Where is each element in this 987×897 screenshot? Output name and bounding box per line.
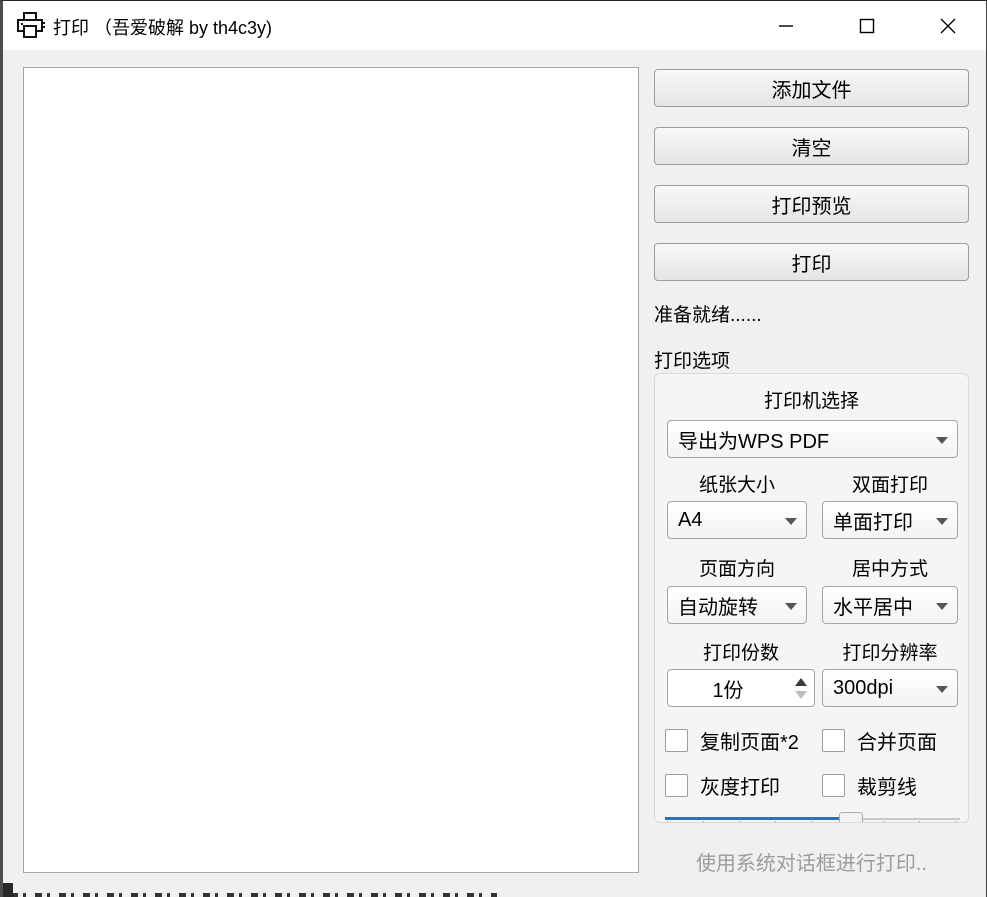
chevron-down-icon bbox=[936, 518, 948, 525]
clear-button[interactable]: 清空 bbox=[654, 127, 969, 165]
minimize-button[interactable] bbox=[763, 7, 809, 45]
slider-ticks bbox=[667, 821, 958, 823]
spin-up-icon[interactable] bbox=[795, 678, 807, 686]
checkbox-label: 裁剪线 bbox=[857, 771, 917, 800]
background-corner bbox=[3, 883, 13, 897]
title-bar: 打印 （吾爱破解 by th4c3y) bbox=[3, 1, 986, 51]
system-dialog-print-link[interactable]: 使用系统对话框进行打印.. bbox=[654, 847, 969, 876]
duplex-select[interactable]: 单面打印 bbox=[822, 501, 958, 539]
copies-label: 打印份数 bbox=[667, 638, 815, 665]
centering-value: 水平居中 bbox=[833, 591, 913, 620]
paper-size-value: A4 bbox=[678, 509, 702, 532]
minimize-icon bbox=[777, 17, 795, 35]
checkbox-row: 灰度打印 裁剪线 bbox=[665, 771, 960, 795]
maximize-button[interactable] bbox=[844, 7, 890, 45]
duplex-label: 双面打印 bbox=[822, 470, 958, 497]
resolution-value: 300dpi bbox=[833, 677, 893, 700]
printer-select-label: 打印机选择 bbox=[655, 386, 968, 413]
paper-size-select[interactable]: A4 bbox=[667, 501, 807, 539]
checkbox-icon[interactable] bbox=[822, 774, 845, 797]
window-title: 打印 （吾爱破解 by th4c3y) bbox=[53, 14, 272, 40]
copies-stepper[interactable]: 1份 bbox=[667, 669, 815, 707]
duplicate-page-checkbox[interactable]: 复制页面*2 bbox=[665, 726, 799, 755]
print-dialog-window: 打印 （吾爱破解 by th4c3y) 添加文件 清空 打印预览 打印 准备就绪… bbox=[0, 0, 987, 897]
print-options-label: 打印选项 bbox=[654, 346, 730, 373]
chevron-down-icon bbox=[936, 603, 948, 610]
file-list[interactable] bbox=[23, 67, 639, 873]
checkbox-icon[interactable] bbox=[822, 729, 845, 752]
print-preview-button[interactable]: 打印预览 bbox=[654, 185, 969, 223]
checkbox-label: 复制页面*2 bbox=[700, 726, 799, 755]
checkbox-label: 灰度打印 bbox=[700, 771, 780, 800]
merge-pages-checkbox[interactable]: 合并页面 bbox=[822, 726, 937, 755]
orientation-select[interactable]: 自动旋转 bbox=[667, 586, 807, 624]
centering-select[interactable]: 水平居中 bbox=[822, 586, 958, 624]
background-clipped-text bbox=[11, 893, 497, 897]
close-button[interactable] bbox=[925, 7, 971, 45]
slider-thumb[interactable] bbox=[839, 812, 863, 823]
add-files-button[interactable]: 添加文件 bbox=[654, 69, 969, 107]
checkbox-icon[interactable] bbox=[665, 774, 688, 797]
spin-down-icon[interactable] bbox=[795, 691, 807, 699]
print-button[interactable]: 打印 bbox=[654, 243, 969, 281]
maximize-icon bbox=[858, 17, 876, 35]
chevron-down-icon bbox=[936, 686, 948, 693]
centering-label: 居中方式 bbox=[822, 554, 958, 581]
printer-select[interactable]: 导出为WPS PDF bbox=[667, 420, 958, 458]
checkbox-label: 合并页面 bbox=[857, 726, 937, 755]
orientation-value: 自动旋转 bbox=[678, 591, 758, 620]
grayscale-checkbox[interactable]: 灰度打印 bbox=[665, 771, 780, 800]
orientation-label: 页面方向 bbox=[667, 554, 807, 581]
printer-icon bbox=[15, 11, 45, 41]
scale-slider[interactable] bbox=[665, 812, 960, 823]
print-options-group: 打印机选择 导出为WPS PDF 纸张大小 双面打印 A4 单面打印 页面方向 … bbox=[654, 373, 969, 823]
duplex-value: 单面打印 bbox=[833, 506, 913, 535]
copies-value: 1份 bbox=[668, 670, 788, 706]
resolution-label: 打印分辨率 bbox=[822, 638, 958, 665]
chevron-down-icon bbox=[785, 603, 797, 610]
checkbox-icon[interactable] bbox=[665, 729, 688, 752]
status-text: 准备就绪...... bbox=[654, 300, 762, 327]
checkbox-row: 复制页面*2 合并页面 bbox=[665, 726, 960, 750]
printer-select-value: 导出为WPS PDF bbox=[678, 425, 829, 454]
paper-size-label: 纸张大小 bbox=[667, 470, 807, 497]
resolution-select[interactable]: 300dpi bbox=[822, 669, 958, 707]
chevron-down-icon bbox=[936, 437, 948, 444]
crop-marks-checkbox[interactable]: 裁剪线 bbox=[822, 771, 917, 800]
chevron-down-icon bbox=[785, 518, 797, 525]
close-icon bbox=[938, 16, 958, 36]
slider-fill bbox=[665, 817, 851, 820]
